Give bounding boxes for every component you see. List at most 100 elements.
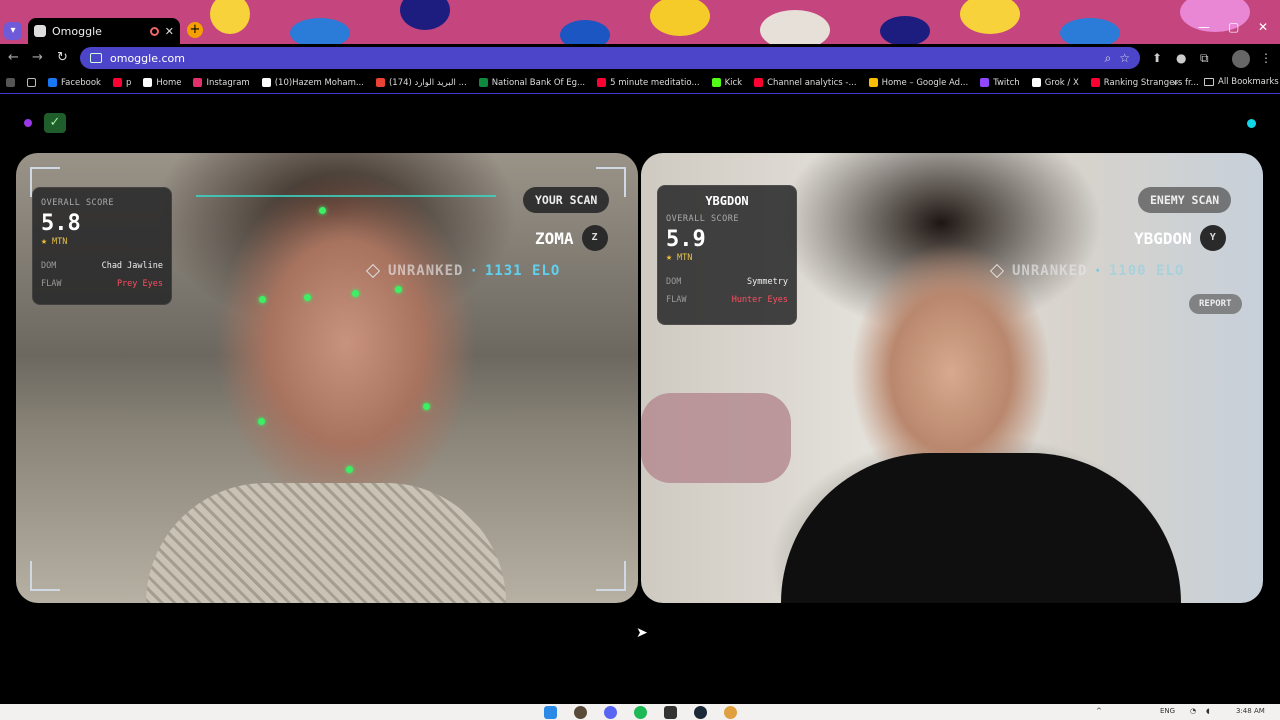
twitch-icon (980, 78, 990, 87)
youtube-icon (1090, 78, 1100, 87)
bookmark-star-icon[interactable]: ☆ (1119, 51, 1130, 65)
url-text[interactable]: omoggle.com (110, 52, 1097, 65)
bookmark-label: Home (156, 77, 182, 88)
tab-omoggle[interactable]: Omoggle ✕ (28, 18, 180, 44)
facebook-icon (48, 78, 57, 87)
volume-icon[interactable]: ◖ (1206, 707, 1210, 715)
video-background-blanket (641, 393, 791, 483)
decorative-shape (650, 0, 710, 36)
enemy-rank-line: UNRANKED · 1100 ELO (989, 263, 1184, 279)
app-icon[interactable] (574, 706, 587, 719)
extension-circle-icon[interactable]: ● (1176, 51, 1186, 65)
bookmark-item[interactable]: p (112, 78, 131, 88)
spotify-icon[interactable] (634, 706, 647, 719)
diamond-icon (365, 263, 381, 279)
video-subject-shirt (146, 483, 506, 603)
face-landmark-dot (258, 418, 265, 425)
decorative-shape (290, 18, 350, 44)
wifi-icon[interactable]: ◔ (1190, 707, 1196, 715)
scan-corner (30, 561, 60, 591)
bookmark-item[interactable]: Channel analytics -... (754, 77, 857, 88)
diamond-icon (989, 263, 1005, 279)
bookmark-label: (10)Hazem Moham... (274, 77, 364, 88)
bookmark-label: Channel analytics -... (767, 77, 857, 88)
browser-toolbar: ← → ↻ omoggle.com ⌕ ☆ ⬆ ● ⧉ ⋮ (0, 44, 1280, 72)
video-subject-shirt (781, 453, 1181, 603)
overall-score-label: OVERALL SCORE (666, 214, 740, 224)
elo-value: 1131 ELO (484, 263, 561, 279)
bookmark-item[interactable]: Home (143, 78, 181, 88)
address-bar[interactable]: omoggle.com ⌕ ☆ (80, 47, 1140, 69)
apps-icon[interactable] (27, 78, 36, 87)
maximize-icon[interactable]: ▢ (1228, 20, 1239, 34)
omoggle-favicon-icon (34, 25, 46, 37)
forward-icon[interactable]: → (32, 50, 43, 65)
bookmark-item[interactable]: Twitch (980, 78, 1020, 88)
tier-badge: ★ MTN (41, 236, 163, 247)
enemy-player-name: YBGDON Y (1134, 225, 1226, 251)
new-tab-button[interactable]: + (187, 22, 203, 38)
bookmarks-bar: Facebook p Home Instagram (10)Hazem Moha… (0, 72, 1280, 94)
profile-avatar[interactable] (1232, 50, 1250, 68)
flaw-value: Prey Eyes (116, 279, 163, 289)
overall-score-value: 5.8 (41, 211, 81, 236)
decorative-shape (960, 0, 1020, 34)
bookmark-item[interactable]: Ranking Strangers fr... (1090, 78, 1199, 88)
bookmark-item[interactable]: National Bank Of Eg... (478, 78, 585, 88)
tray-chevron-icon[interactable]: ^ (1096, 707, 1102, 715)
rank-text: UNRANKED (388, 263, 464, 279)
site-info-icon[interactable] (90, 53, 102, 63)
menu-kebab-icon[interactable]: ⋮ (1260, 51, 1272, 65)
tab-close-icon[interactable]: ✕ (165, 25, 174, 38)
back-icon[interactable]: ← (8, 50, 19, 65)
decorative-shape (1180, 0, 1250, 32)
chrome-icon[interactable] (724, 706, 737, 719)
report-button[interactable]: REPORT (1189, 294, 1242, 314)
flaw-row: FLAW Hunter Eyes (666, 295, 788, 305)
your-scan-badge: YOUR SCAN (523, 187, 610, 213)
confirm-check-button[interactable]: ✓ (44, 113, 66, 133)
reload-icon[interactable]: ↻ (57, 50, 68, 65)
rank-separator: · (469, 263, 479, 279)
bookmark-item[interactable]: (10)Hazem Moham... (261, 77, 364, 88)
bookmark-item[interactable]: Home – Google Ad... (868, 78, 968, 88)
bookmarks-overflow-icon[interactable]: » (1172, 76, 1179, 89)
bookmark-item[interactable]: Kick (711, 78, 742, 88)
face-landmark-dot (319, 207, 326, 214)
bookmark-item[interactable]: 5 minute meditatio... (597, 77, 700, 88)
enemy-video-feed: YBGDON OVERALL SCORE 5.9 ★ MTN DOM Symmetr… (641, 153, 1263, 603)
bookmark-item[interactable]: Grok / X (1031, 78, 1079, 88)
bookmark-label: (174) البريد الوارد ... (388, 77, 467, 88)
zoom-icon[interactable]: ⌕ (1105, 51, 1112, 66)
bank-icon (478, 78, 488, 87)
all-bookmarks-label: All Bookmarks (1218, 77, 1279, 87)
close-window-icon[interactable]: ✕ (1258, 20, 1268, 34)
extension-icon[interactable]: ⬆ (1152, 51, 1162, 65)
bookmark-item[interactable]: Instagram (193, 77, 250, 88)
bookmark-item[interactable]: Facebook (48, 78, 101, 88)
youtube-icon (112, 78, 122, 87)
dom-row: DOM Symmetry (666, 277, 788, 287)
decorative-shape (1060, 18, 1120, 44)
bookmark-label: Facebook (61, 77, 101, 88)
tier-label: MTN (52, 236, 68, 247)
apps-grid-icon[interactable] (6, 78, 15, 87)
minimize-icon[interactable]: — (1198, 20, 1210, 34)
extensions-puzzle-icon[interactable]: ⧉ (1200, 51, 1209, 66)
bookmark-label: 5 minute meditatio... (610, 77, 700, 88)
enemy-card-name: YBGDON (705, 194, 749, 208)
all-bookmarks-button[interactable]: All Bookmarks (1204, 77, 1279, 87)
language-indicator[interactable]: ENG (1160, 707, 1175, 715)
bookmark-label: Instagram (206, 77, 250, 88)
discord-icon[interactable] (604, 706, 617, 719)
windows-start-icon[interactable] (544, 706, 557, 719)
overall-score-value: 5.9 (666, 227, 706, 252)
rank-separator: · (1093, 263, 1103, 279)
system-clock[interactable]: 3:48 AM (1236, 707, 1265, 715)
face-landmark-dot (423, 403, 430, 410)
tab-search-icon[interactable]: ▾ (4, 22, 22, 40)
app-icon[interactable] (664, 706, 677, 719)
decorative-shape (760, 10, 830, 44)
bookmark-item[interactable]: (174) البريد الوارد ... (375, 77, 467, 88)
steam-icon[interactable] (694, 706, 707, 719)
